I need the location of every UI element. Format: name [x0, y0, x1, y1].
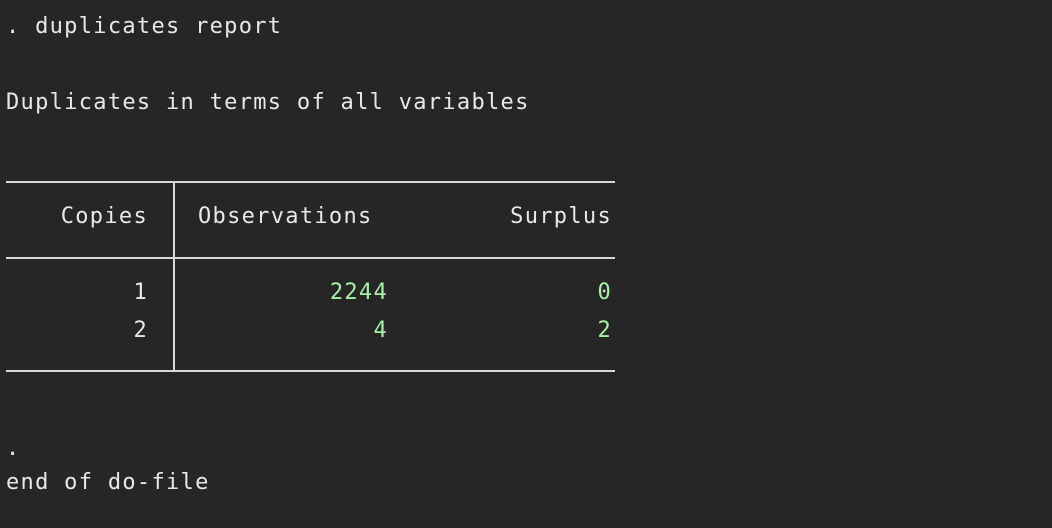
- cell-copies: 1: [133, 280, 148, 305]
- report-subtitle: Duplicates in terms of all variables: [6, 90, 530, 115]
- header-observations: Observations: [198, 204, 373, 229]
- table-header-rule: [6, 257, 615, 259]
- cell-surplus: 0: [597, 280, 612, 305]
- table-top-rule: [6, 181, 615, 183]
- header-surplus: Surplus: [510, 204, 612, 229]
- command-line: . duplicates report: [6, 14, 283, 39]
- header-copies: Copies: [60, 204, 148, 229]
- cell-observations: 2244: [329, 280, 388, 305]
- cell-copies: 2: [133, 318, 148, 343]
- end-of-do-file: end of do-file: [6, 470, 210, 495]
- cell-surplus: 2: [597, 318, 612, 343]
- table-bottom-rule: [6, 370, 615, 372]
- prompt-dot: .: [6, 436, 21, 461]
- cell-observations: 4: [373, 318, 388, 343]
- table-column-divider: [173, 182, 175, 372]
